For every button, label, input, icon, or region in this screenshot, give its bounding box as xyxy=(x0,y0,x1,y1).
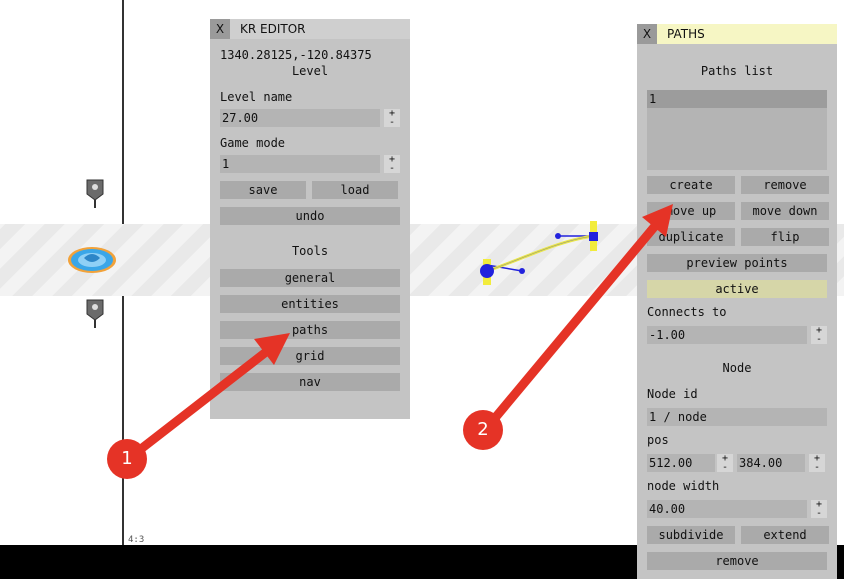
node-width-label: node width xyxy=(647,479,720,493)
level-name-stepper[interactable]: + - xyxy=(384,109,400,128)
duplicate-button[interactable]: duplicate xyxy=(647,228,735,246)
node-section-label: Node xyxy=(722,361,752,375)
kr-editor-titlebar: X KR EDITOR xyxy=(210,19,410,39)
tool-grid-button[interactable]: grid xyxy=(220,347,400,365)
annotation-badge: 2 xyxy=(463,410,503,450)
undo-button[interactable]: undo xyxy=(220,207,400,225)
game-mode-stepper[interactable]: + - xyxy=(384,155,400,174)
tool-entities-button[interactable]: entities xyxy=(220,295,400,313)
tool-general-button[interactable]: general xyxy=(220,269,400,287)
connects-to-field[interactable]: -1.00 xyxy=(647,326,807,344)
decrement-button[interactable]: - xyxy=(809,463,825,473)
tools-label: Tools xyxy=(291,244,329,258)
cursor-coords: 1340.28125,-120.84375 xyxy=(220,48,372,62)
tower-holder-icon[interactable] xyxy=(82,296,108,330)
pos-label: pos xyxy=(647,433,669,447)
connects-to-stepper[interactable]: + - xyxy=(811,326,827,345)
move-up-button[interactable]: move up xyxy=(647,202,735,220)
paths-list-title: Paths list xyxy=(700,64,774,78)
kr-editor-panel: X KR EDITOR 1340.28125,-120.84375 Level … xyxy=(210,19,410,419)
active-toggle[interactable]: active xyxy=(647,280,827,298)
decrement-button[interactable]: - xyxy=(717,463,733,473)
remove-path-button[interactable]: remove xyxy=(741,176,829,194)
paths-list[interactable]: 1 xyxy=(647,90,827,170)
pos-y-stepper[interactable]: + - xyxy=(809,454,825,473)
tower-holder-icon[interactable] xyxy=(82,176,108,210)
decrement-button[interactable]: - xyxy=(384,164,400,174)
node-width-field[interactable]: 40.00 xyxy=(647,500,807,518)
move-down-button[interactable]: move down xyxy=(741,202,829,220)
pos-y-field[interactable]: 384.00 xyxy=(737,454,805,472)
subdivide-button[interactable]: subdivide xyxy=(647,526,735,544)
node-id-field: 1 / node xyxy=(647,408,827,426)
aspect-ratio-label: 4:3 xyxy=(128,535,145,545)
panel-title: KR EDITOR xyxy=(240,22,306,36)
panel-title: PATHS xyxy=(667,27,705,41)
annotation-badge: 1 xyxy=(107,439,147,479)
remove-node-button[interactable]: remove xyxy=(647,552,827,570)
path-curve[interactable] xyxy=(470,215,610,290)
decrement-button[interactable]: - xyxy=(384,118,400,128)
paths-titlebar: X PATHS xyxy=(637,24,837,44)
section-level: Level xyxy=(291,64,329,78)
tool-paths-button[interactable]: paths xyxy=(220,321,400,339)
game-mode-label: Game mode xyxy=(220,136,286,150)
node-width-stepper[interactable]: + - xyxy=(811,500,827,519)
create-button[interactable]: create xyxy=(647,176,735,194)
preview-points-button[interactable]: preview points xyxy=(647,254,827,272)
extend-button[interactable]: extend xyxy=(741,526,829,544)
save-button[interactable]: save xyxy=(220,181,306,199)
pos-x-stepper[interactable]: + - xyxy=(717,454,733,473)
decrement-button[interactable]: - xyxy=(811,335,827,345)
exit-portal-icon[interactable] xyxy=(66,244,118,276)
close-button[interactable]: X xyxy=(637,24,657,44)
paths-panel: X PATHS Paths list 1 create remove move … xyxy=(637,24,837,579)
tool-nav-button[interactable]: nav xyxy=(220,373,400,391)
level-name-label: Level name xyxy=(220,90,293,104)
list-item[interactable]: 1 xyxy=(647,90,827,108)
decrement-button[interactable]: - xyxy=(811,509,827,519)
flip-button[interactable]: flip xyxy=(741,228,829,246)
load-button[interactable]: load xyxy=(312,181,398,199)
connects-to-label: Connects to xyxy=(647,305,727,319)
close-button[interactable]: X xyxy=(210,19,230,39)
level-name-field[interactable]: 27.00 xyxy=(220,109,380,127)
node-id-label: Node id xyxy=(647,387,698,401)
pos-x-field[interactable]: 512.00 xyxy=(647,454,715,472)
game-mode-field[interactable]: 1 xyxy=(220,155,380,173)
